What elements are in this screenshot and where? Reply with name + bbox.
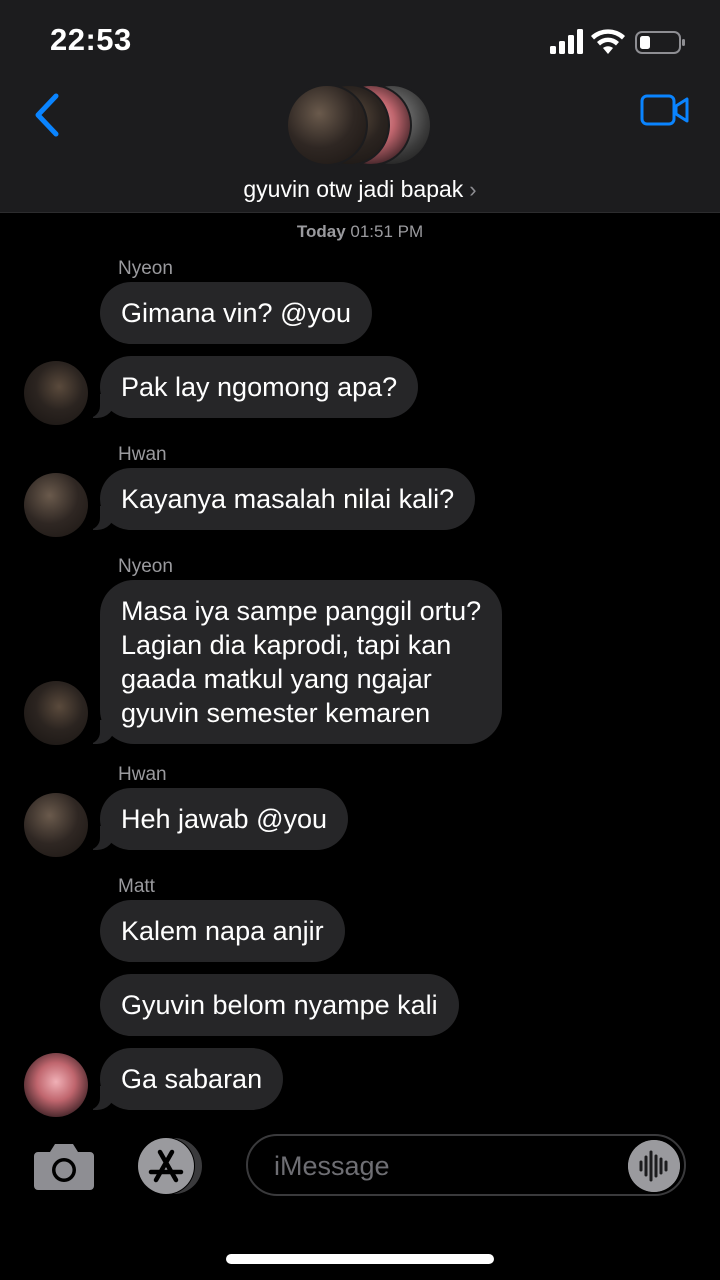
home-indicator[interactable] — [226, 1254, 494, 1264]
message-timestamp: Today 01:51 PM — [296, 222, 424, 241]
status-time: 22:53 — [50, 22, 132, 57]
audio-waveform-icon[interactable] — [628, 1140, 680, 1192]
sender-name: Hwan — [118, 764, 167, 785]
sender-name: Hwan — [118, 444, 167, 465]
message-bubble[interactable]: Gimana vin? @you — [100, 282, 373, 344]
message-input[interactable] — [272, 1146, 616, 1186]
signal-icon — [550, 29, 583, 54]
sender-name: Nyeon — [118, 556, 173, 577]
camera-icon[interactable] — [32, 1140, 96, 1192]
message-bubble[interactable]: Heh jawab @you — [87, 788, 349, 850]
message-bubble[interactable]: Kalem napa anjir — [100, 900, 345, 962]
avatar[interactable] — [24, 361, 88, 425]
group-avatar — [286, 84, 368, 166]
imessage-input-field[interactable] — [246, 1134, 686, 1196]
status-icons — [550, 29, 685, 54]
conversation-header: gyuvin otw jadi bapak › — [0, 80, 720, 213]
status-bar: 22:53 — [0, 0, 720, 80]
message-bubble[interactable]: Gyuvin belom nyampe kali — [100, 974, 459, 1036]
battery-icon — [635, 31, 685, 54]
group-name[interactable]: gyuvin otw jadi bapak › — [0, 176, 720, 203]
message-bubble[interactable]: Kayanya masalah nilai kali? — [87, 468, 476, 530]
app-store-icon[interactable] — [134, 1136, 206, 1196]
sender-name: Nyeon — [118, 258, 173, 279]
back-chevron-icon[interactable] — [28, 90, 68, 140]
group-name-label: gyuvin otw jadi bapak — [243, 176, 464, 202]
message-bubble[interactable]: Masa iya sampe panggil ortu? Lagian dia … — [87, 580, 503, 744]
avatar[interactable] — [24, 1053, 88, 1117]
avatar[interactable] — [24, 681, 88, 745]
avatar[interactable] — [24, 793, 88, 857]
sender-name: Matt — [118, 876, 155, 897]
video-camera-icon[interactable] — [640, 92, 690, 128]
group-avatar-stack[interactable] — [286, 82, 436, 166]
wifi-icon — [591, 29, 625, 54]
message-bubble[interactable]: Ga sabaran — [87, 1048, 284, 1110]
chevron-right-icon: › — [469, 177, 477, 202]
message-bubble[interactable]: Pak lay ngomong apa? — [87, 356, 419, 418]
avatar[interactable] — [24, 473, 88, 537]
